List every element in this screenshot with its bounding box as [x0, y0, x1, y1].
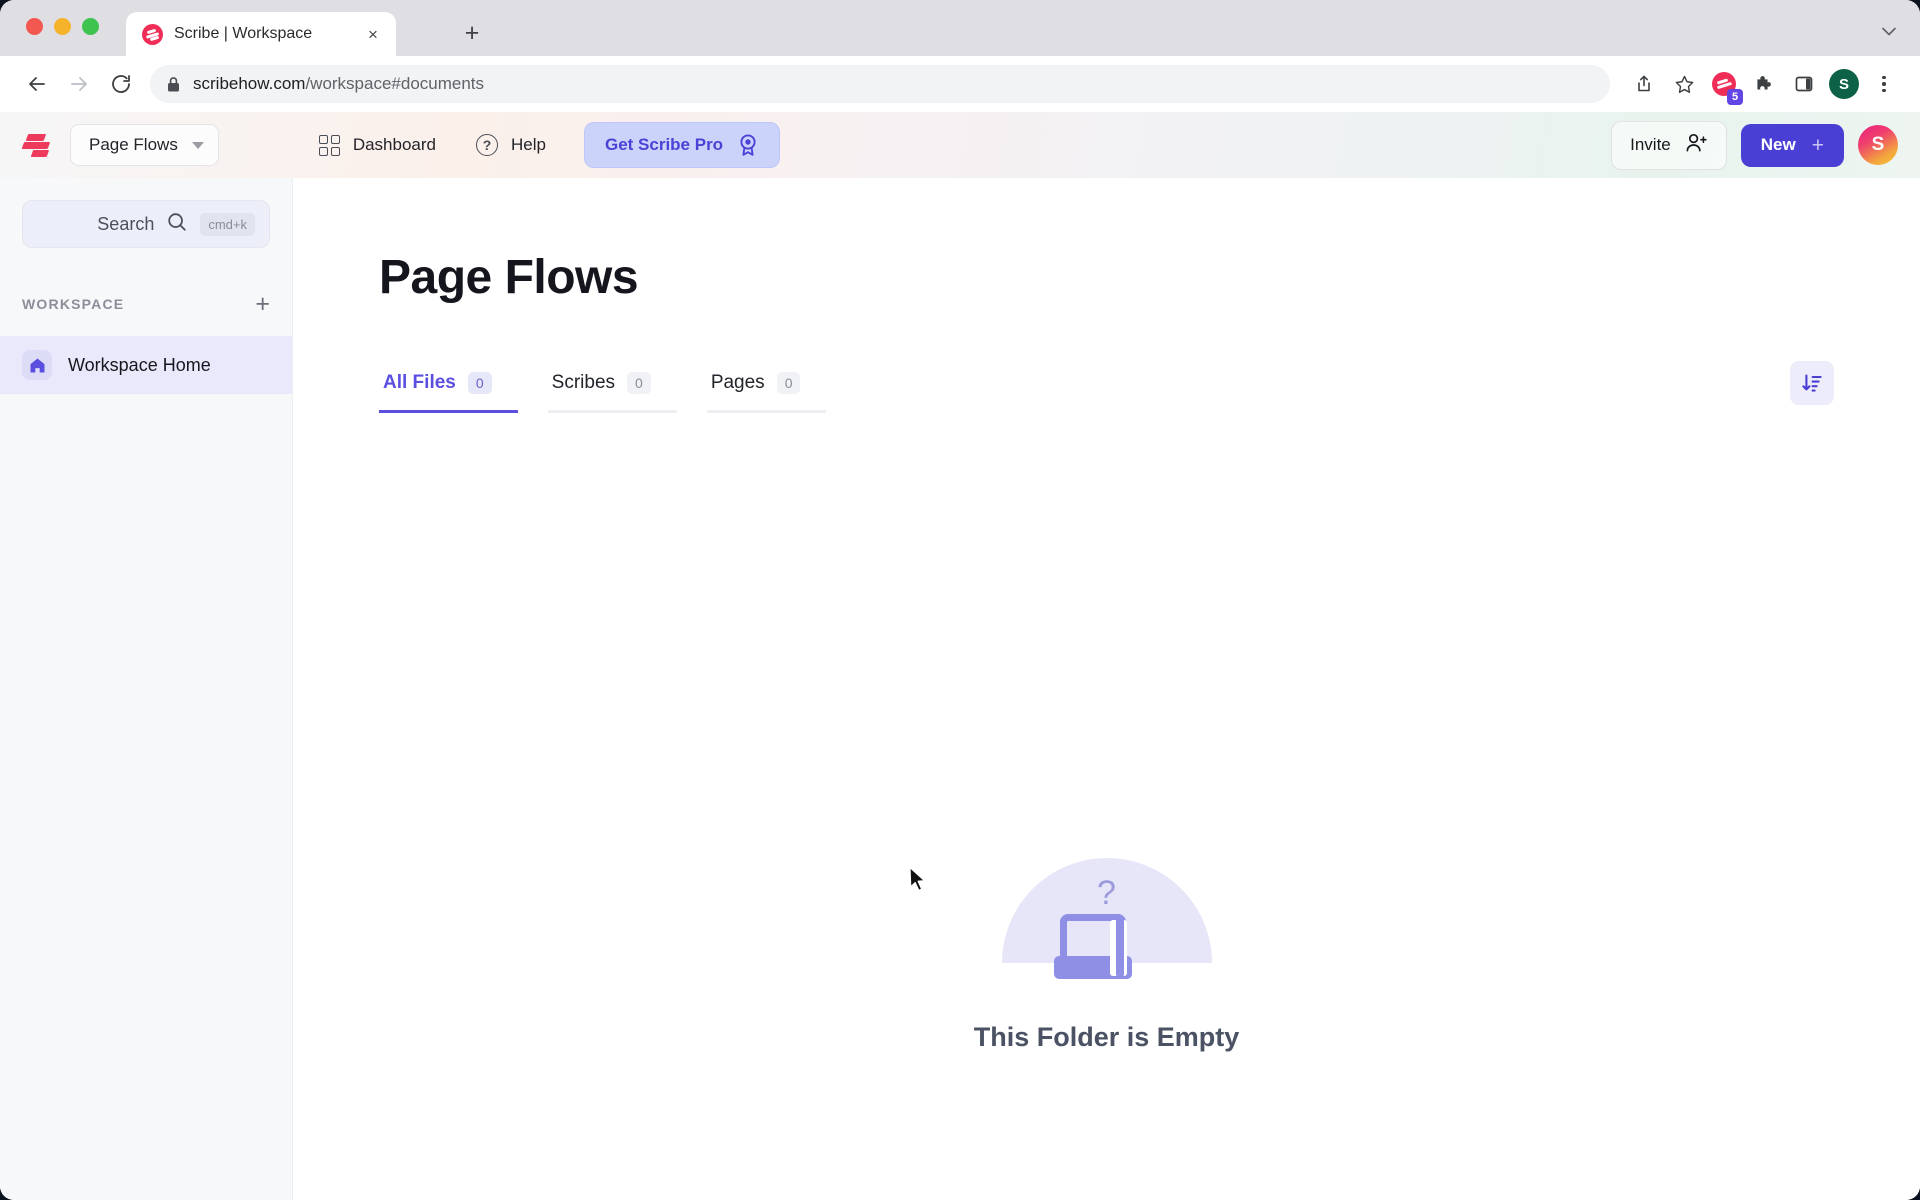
- invite-button-label: Invite: [1630, 135, 1671, 154]
- browser-toolbar: scribehow.com/workspace#documents 5 S: [0, 56, 1920, 112]
- page-title: Page Flows: [379, 251, 639, 304]
- scribe-extension-icon[interactable]: 5: [1706, 66, 1743, 105]
- sidebar-item-workspace-home[interactable]: Workspace Home: [0, 336, 292, 394]
- url-path: /workspace#documents: [305, 74, 485, 93]
- lock-icon: [166, 76, 181, 93]
- tab-pages[interactable]: Pages 0: [706, 372, 827, 413]
- app-header-actions: Invite New + S: [1611, 120, 1898, 170]
- sidebar-nav-list: Workspace Home: [0, 336, 292, 394]
- tab-all-files-count: 0: [467, 372, 492, 394]
- tab-scribes-count: 0: [627, 372, 651, 394]
- tab-pages-count: 0: [776, 372, 801, 394]
- nav-item-dashboard[interactable]: Dashboard: [303, 127, 452, 164]
- sort-descending-icon[interactable]: [1790, 361, 1834, 405]
- home-icon: [22, 350, 52, 380]
- dashboard-grid-icon: [318, 134, 340, 156]
- workspace-switcher-label: Page Flows: [89, 135, 178, 154]
- profile-initial: S: [1829, 69, 1859, 99]
- app-header: Page Flows Dashboard ? Help Get Scribe P…: [0, 112, 1920, 178]
- window-traffic-lights: [26, 18, 99, 35]
- tab-scribes-label: Scribes: [551, 372, 616, 393]
- sidebar-section-title: WORKSPACE: [22, 296, 125, 312]
- browser-tab-strip: Scribe | Workspace × +: [0, 0, 1920, 56]
- invite-button[interactable]: Invite: [1611, 120, 1727, 170]
- search-shortcut-hint: cmd+k: [200, 212, 255, 236]
- question-mark-glyph: ?: [1097, 874, 1116, 912]
- workspace-switcher[interactable]: Page Flows: [70, 124, 219, 166]
- get-scribe-pro-label: Get Scribe Pro: [604, 135, 724, 154]
- kebab-menu-icon[interactable]: [1866, 66, 1902, 102]
- scribe-logo-icon: [142, 23, 163, 45]
- empty-folder-question-icon: ?: [1001, 858, 1212, 988]
- empty-state-text: This Folder is Empty: [973, 1022, 1240, 1052]
- tab-scribes[interactable]: Scribes 0: [547, 372, 677, 413]
- new-button-label: New: [1760, 135, 1796, 154]
- extension-badge-count: 5: [1727, 89, 1743, 105]
- sidebar-item-label: Workspace Home: [68, 354, 211, 375]
- toolbar-icons: 5 S: [1626, 66, 1902, 105]
- puzzle-icon[interactable]: [1746, 66, 1782, 102]
- mouse-cursor: [908, 866, 930, 901]
- sidebar-section-workspace: WORKSPACE +: [0, 290, 292, 318]
- forward-icon[interactable]: [60, 65, 98, 103]
- nav-item-help[interactable]: ? Help: [460, 126, 562, 164]
- app-body: Search cmd+k WORKSPACE + Workspace Home …: [0, 178, 1920, 1200]
- browser-tab[interactable]: Scribe | Workspace ×: [126, 12, 396, 56]
- new-button[interactable]: New +: [1740, 123, 1844, 167]
- share-icon[interactable]: [1626, 66, 1662, 102]
- tab-pages-label: Pages: [710, 372, 765, 393]
- minimize-window-button[interactable]: [54, 18, 71, 35]
- chevron-down-icon: [191, 141, 204, 149]
- address-bar-url: scribehow.com/workspace#documents: [193, 74, 484, 94]
- plus-icon[interactable]: +: [255, 291, 270, 317]
- chrome-profile-avatar[interactable]: S: [1826, 66, 1862, 102]
- close-icon[interactable]: ×: [362, 23, 384, 45]
- maximize-window-button[interactable]: [82, 18, 99, 35]
- plus-icon: +: [1811, 133, 1824, 157]
- chevron-down-icon[interactable]: [1878, 20, 1900, 46]
- empty-state: ? This Folder is Empty: [293, 858, 1920, 1053]
- content-tabs: All Files 0 Scribes 0 Pages 0: [379, 372, 856, 413]
- star-icon[interactable]: [1666, 66, 1702, 102]
- tab-all-files[interactable]: All Files 0: [379, 372, 518, 413]
- new-tab-button[interactable]: +: [457, 18, 487, 48]
- url-domain: scribehow.com: [193, 74, 306, 93]
- browser-window: Scribe | Workspace × + scribehow.com/wor…: [0, 0, 1920, 1200]
- search-input[interactable]: Search cmd+k: [22, 200, 270, 248]
- search-icon: [166, 211, 188, 238]
- address-bar[interactable]: scribehow.com/workspace#documents: [150, 65, 1610, 103]
- nav-item-help-label: Help: [511, 135, 546, 154]
- content-tabs-row: All Files 0 Scribes 0 Pages 0: [379, 361, 1920, 413]
- scribe-logo-icon[interactable]: [21, 130, 52, 160]
- search-label: Search: [97, 213, 155, 234]
- app-header-nav: Dashboard ? Help Get Scribe Pro: [303, 122, 781, 168]
- user-avatar[interactable]: S: [1858, 125, 1898, 165]
- medal-icon: [737, 133, 759, 157]
- get-scribe-pro-button[interactable]: Get Scribe Pro: [583, 122, 781, 168]
- reload-icon[interactable]: [102, 65, 140, 103]
- nav-item-dashboard-label: Dashboard: [352, 135, 436, 154]
- sidebar: Search cmd+k WORKSPACE + Workspace Home: [0, 178, 293, 1200]
- user-plus-icon: [1684, 131, 1708, 160]
- scribe-app: Page Flows Dashboard ? Help Get Scribe P…: [0, 112, 1920, 1200]
- question-circle-icon: ?: [476, 134, 498, 156]
- tab-all-files-label: All Files: [383, 372, 456, 393]
- close-window-button[interactable]: [26, 18, 43, 35]
- side-panel-icon[interactable]: [1786, 66, 1822, 102]
- back-icon[interactable]: [18, 65, 56, 103]
- user-avatar-initial: S: [1871, 134, 1885, 155]
- main-content: Page Flows All Files 0 Scribes 0 Pages 0…: [293, 178, 1920, 1200]
- browser-tab-title: Scribe | Workspace: [174, 25, 313, 42]
